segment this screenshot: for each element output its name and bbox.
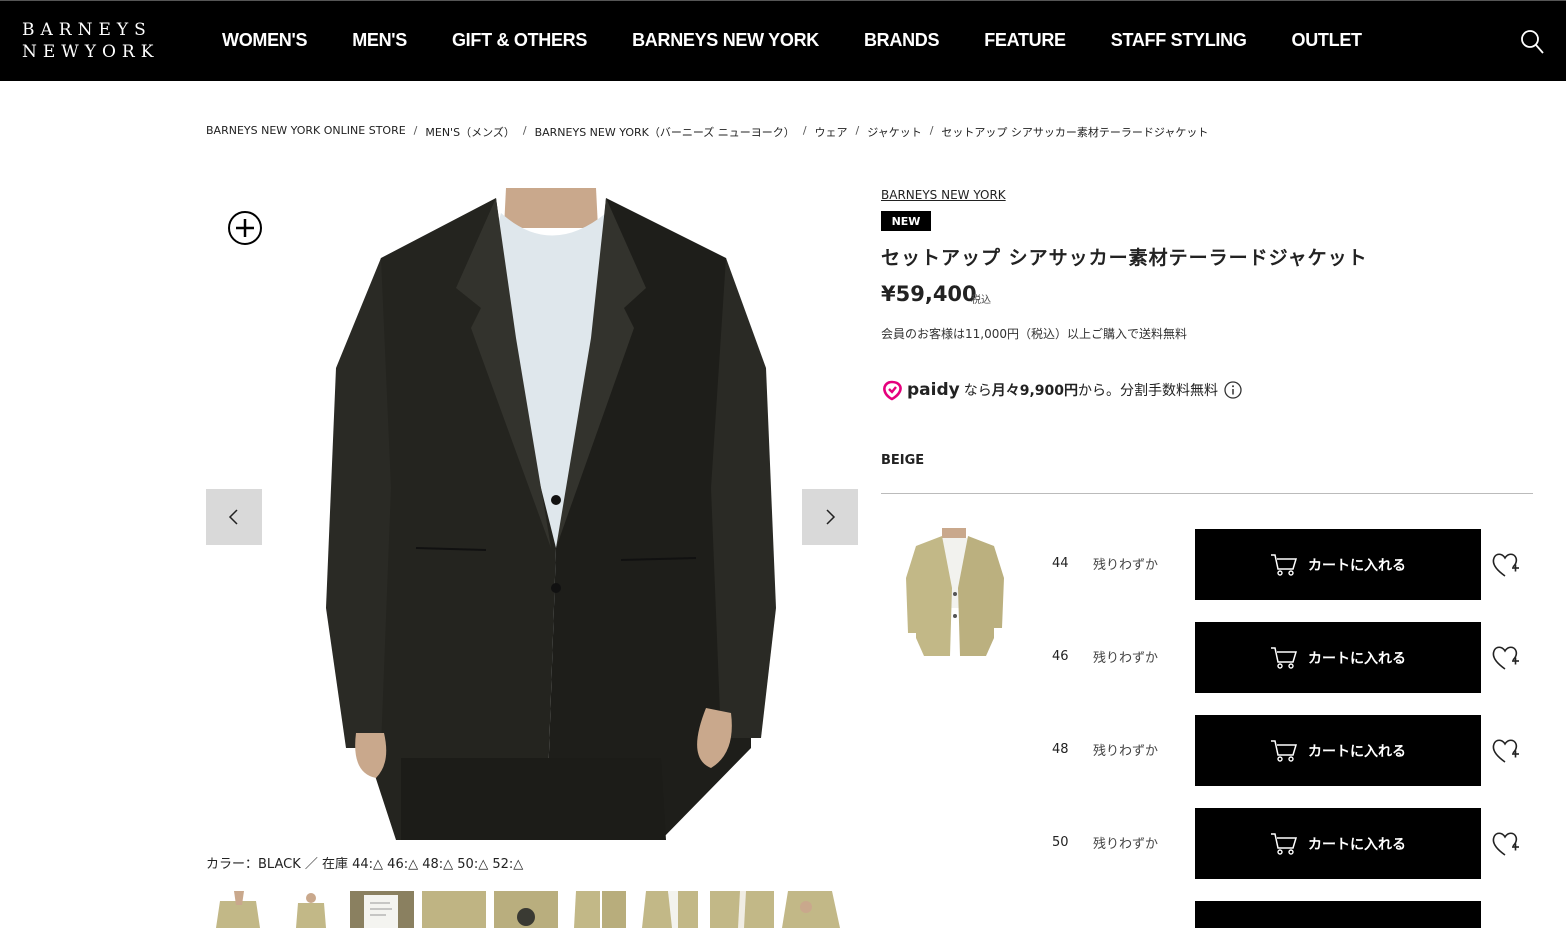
product-price: ¥59,400 bbox=[881, 282, 977, 306]
size-label: 50 bbox=[1052, 835, 1069, 850]
thumbnail[interactable] bbox=[710, 891, 774, 928]
thumbnail[interactable] bbox=[638, 891, 702, 928]
breadcrumb-separator: / bbox=[929, 124, 934, 137]
new-badge: NEW bbox=[881, 211, 931, 231]
thumbnail[interactable] bbox=[422, 891, 486, 928]
nav-gift-others[interactable]: GIFT & OTHERS bbox=[452, 30, 587, 51]
size-label: 48 bbox=[1052, 742, 1069, 757]
nav-brands[interactable]: BRANDS bbox=[864, 30, 940, 51]
breadcrumb: BARNEYS NEW YORK ONLINE STORE / MEN'S（メン… bbox=[206, 124, 1208, 140]
nav-feature[interactable]: FEATURE bbox=[984, 30, 1066, 51]
gallery-prev-button[interactable] bbox=[206, 489, 262, 545]
variant-color-image[interactable] bbox=[894, 528, 1016, 656]
breadcrumb-brand[interactable]: BARNEYS NEW YORK（バーニーズ ニューヨーク） bbox=[535, 124, 795, 140]
info-icon[interactable] bbox=[1224, 381, 1242, 399]
stock-status: 残りわずか bbox=[1093, 558, 1159, 573]
size-row-48: 48 残りわずか カートに入れる bbox=[1040, 715, 1535, 786]
gallery-next-button[interactable] bbox=[802, 489, 858, 545]
add-to-cart-button[interactable]: カートに入れる bbox=[1195, 808, 1481, 879]
add-to-cart-button[interactable]: カートに入れる bbox=[1195, 715, 1481, 786]
stock-status: 残りわずか bbox=[1093, 837, 1159, 852]
add-to-cart-button-partial[interactable] bbox=[1195, 901, 1481, 928]
nav-barneys-new-york[interactable]: BARNEYS NEW YORK bbox=[632, 30, 819, 51]
breadcrumb-jacket[interactable]: ジャケット bbox=[867, 124, 921, 140]
thumbnail[interactable] bbox=[350, 891, 414, 928]
paidy-installment-info: paidy なら 月々9,900円 から。分割手数料無料 bbox=[881, 379, 1242, 401]
search-icon[interactable] bbox=[1520, 29, 1544, 55]
breadcrumb-separator: / bbox=[413, 124, 418, 137]
add-to-cart-label: カートに入れる bbox=[1308, 836, 1406, 853]
heart-add-icon[interactable] bbox=[1491, 551, 1521, 579]
paidy-text-pre: なら bbox=[963, 383, 992, 399]
heart-add-icon[interactable] bbox=[1491, 644, 1521, 672]
stock-status: 残りわずか bbox=[1093, 744, 1159, 759]
thumbnail[interactable] bbox=[206, 891, 270, 928]
breadcrumb-separator: / bbox=[802, 124, 807, 137]
zoom-icon[interactable] bbox=[227, 210, 263, 246]
color-stock-info: カラー：BLACK ／ 在庫 44:△ 46:△ 48:△ 50:△ 52:△ bbox=[206, 857, 524, 872]
paidy-wordmark: paidy bbox=[907, 380, 960, 400]
size-row-44: 44 残りわずか カートに入れる bbox=[1040, 529, 1535, 600]
chevron-right-icon bbox=[826, 509, 836, 525]
logo-line-2: NEWYORK bbox=[22, 42, 160, 62]
breadcrumb-mens[interactable]: MEN'S（メンズ） bbox=[425, 124, 514, 140]
thumbnail-strip bbox=[206, 891, 856, 928]
chevron-left-icon bbox=[228, 509, 238, 525]
size-label: 44 bbox=[1052, 556, 1069, 571]
breadcrumb-current: セットアップ シアサッカー素材テーラードジャケット bbox=[941, 126, 1209, 139]
size-label: 46 bbox=[1052, 649, 1069, 664]
tax-label: 税込 bbox=[971, 295, 991, 306]
cart-icon bbox=[1271, 646, 1298, 669]
nav-outlet[interactable]: OUTLET bbox=[1292, 30, 1363, 51]
add-to-cart-label: カートに入れる bbox=[1308, 650, 1406, 667]
brand-link[interactable]: BARNEYS NEW YORK bbox=[881, 188, 1006, 202]
stock-status: 残りわずか bbox=[1093, 651, 1159, 666]
shipping-note: 会員のお客様は11,000円（税込）以上ご購入で送料無料 bbox=[881, 327, 1187, 341]
cart-icon bbox=[1271, 553, 1298, 576]
product-main-image[interactable] bbox=[206, 188, 858, 840]
add-to-cart-label: カートに入れる bbox=[1308, 743, 1406, 760]
heart-add-icon[interactable] bbox=[1491, 737, 1521, 765]
size-row-46: 46 残りわずか カートに入れる bbox=[1040, 622, 1535, 693]
nav-staff-styling[interactable]: STAFF STYLING bbox=[1111, 30, 1247, 51]
thumbnail[interactable] bbox=[566, 891, 630, 928]
thumbnail[interactable] bbox=[782, 891, 846, 928]
add-to-cart-button[interactable]: カートに入れる bbox=[1195, 529, 1481, 600]
thumbnail[interactable] bbox=[494, 891, 558, 928]
nav-mens[interactable]: MEN'S bbox=[352, 30, 407, 51]
breadcrumb-separator: / bbox=[522, 124, 527, 137]
product-title: セットアップ シアサッカー素材テーラードジャケット bbox=[881, 247, 1368, 269]
thumbnail[interactable] bbox=[278, 891, 342, 928]
paidy-monthly-amount: 月々9,900円 bbox=[991, 383, 1079, 399]
cart-icon bbox=[1271, 832, 1298, 855]
add-to-cart-label: カートに入れる bbox=[1308, 557, 1406, 574]
divider bbox=[881, 493, 1533, 494]
nav-womens[interactable]: WOMEN'S bbox=[222, 30, 307, 51]
paidy-logo-icon bbox=[883, 380, 902, 401]
heart-add-icon[interactable] bbox=[1491, 830, 1521, 858]
brand-logo[interactable]: BARNEYS NEWYORK bbox=[22, 19, 159, 63]
add-to-cart-button[interactable]: カートに入れる bbox=[1195, 622, 1481, 693]
site-header: BARNEYS NEWYORK WOMEN'S MEN'S GIFT & OTH… bbox=[0, 0, 1566, 81]
size-row-50: 50 残りわずか カートに入れる bbox=[1040, 808, 1535, 879]
logo-line-1: BARNEYS bbox=[22, 20, 152, 40]
cart-icon bbox=[1271, 739, 1298, 762]
selected-color-label: BEIGE bbox=[881, 453, 925, 468]
paidy-text-post: から。分割手数料無料 bbox=[1078, 383, 1219, 399]
breadcrumb-store[interactable]: BARNEYS NEW YORK ONLINE STORE bbox=[206, 124, 406, 140]
main-nav: WOMEN'S MEN'S GIFT & OTHERS BARNEYS NEW … bbox=[222, 1, 1407, 80]
breadcrumb-separator: / bbox=[855, 124, 860, 137]
breadcrumb-wear[interactable]: ウェア bbox=[815, 124, 848, 140]
